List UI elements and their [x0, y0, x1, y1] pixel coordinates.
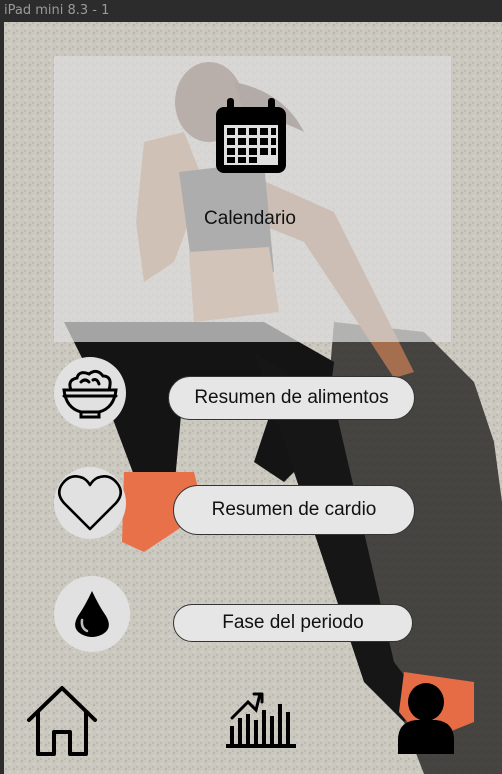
user-icon[interactable] — [396, 682, 456, 754]
food-summary-icon-circle[interactable] — [54, 357, 126, 429]
salad-bowl-icon — [62, 369, 118, 419]
frame-title: iPad mini 8.3 - 1 — [4, 3, 110, 18]
cardio-summary-icon-circle[interactable] — [54, 467, 126, 539]
home-icon[interactable] — [25, 684, 99, 758]
drop-icon — [75, 591, 109, 637]
app-screen: Calendario Resumen de alimentos Resumen … — [4, 22, 502, 774]
period-phase-icon-circle[interactable] — [54, 576, 130, 652]
calendar-label[interactable]: Calendario — [154, 208, 346, 230]
cardio-summary-button[interactable]: Resumen de cardio — [173, 485, 415, 535]
food-summary-button[interactable]: Resumen de alimentos — [168, 376, 415, 420]
heart-icon — [57, 475, 123, 531]
calendar-icon[interactable] — [214, 97, 288, 175]
stats-chart-icon[interactable] — [226, 690, 296, 748]
period-phase-button[interactable]: Fase del periodo — [173, 604, 413, 642]
